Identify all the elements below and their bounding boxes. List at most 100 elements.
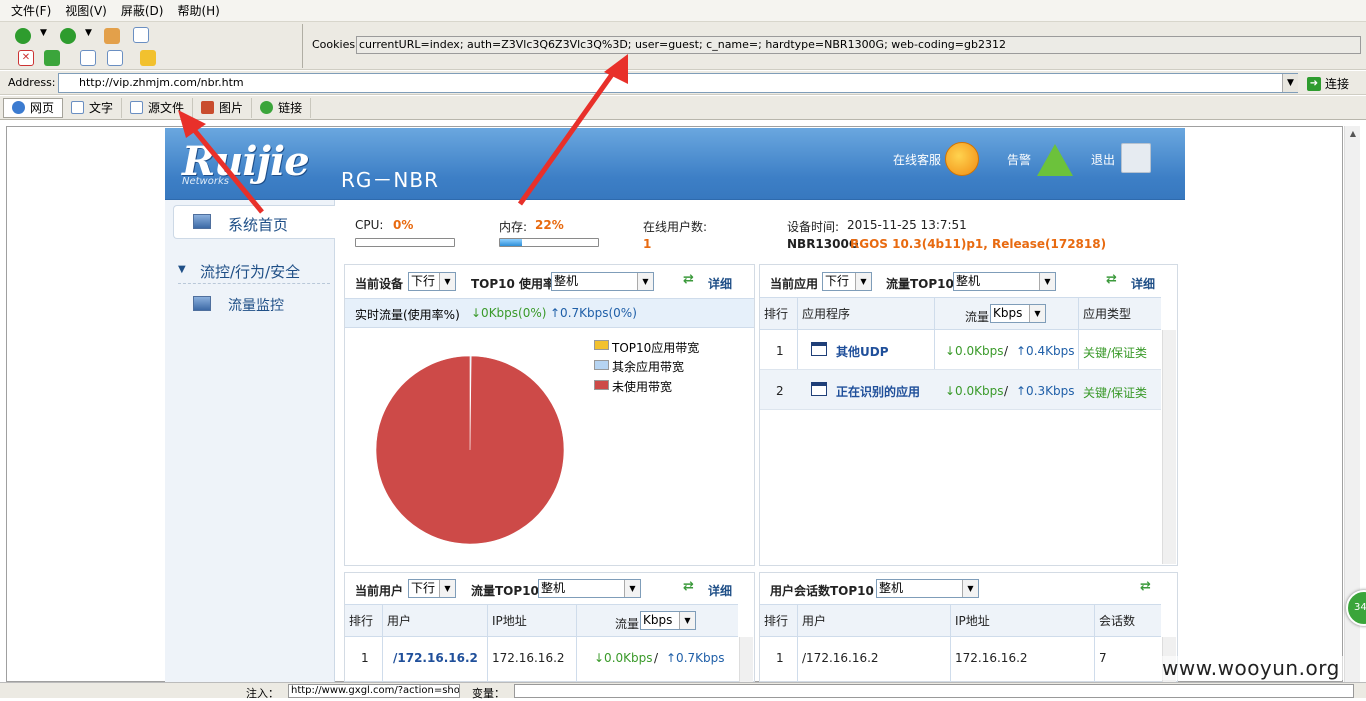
refresh-icon[interactable]: ⇄ — [683, 273, 696, 286]
sidebar-item-traffic-monitor[interactable]: 流量监控 — [228, 295, 284, 315]
realtime-up: ↑0.7Kbps(0%) — [550, 306, 637, 320]
forward-icon[interactable] — [60, 28, 76, 44]
device-direction-select[interactable]: 下行 ▼ — [408, 272, 456, 291]
logout-link[interactable]: 退出 — [1091, 151, 1115, 168]
address-dropdown-icon[interactable]: ▼ — [1282, 74, 1298, 92]
tab-images[interactable]: 图片 — [193, 97, 253, 118]
chevron-down-icon: ▼ — [439, 580, 455, 597]
tab-source-label: 源文件 — [148, 101, 185, 115]
source-file-icon — [130, 101, 144, 114]
inject-label: 注入： — [246, 687, 279, 700]
panel-device-title: 当前设备 — [355, 277, 404, 291]
stop-icon[interactable]: ✕ — [18, 50, 34, 66]
forward-dropdown-icon[interactable]: ▼ — [85, 28, 92, 38]
variable-input[interactable] — [514, 684, 1354, 698]
chevron-down-icon: ▼ — [624, 580, 640, 597]
device-scope-value: 整机 — [554, 274, 579, 288]
online-service-link[interactable]: 在线客服 — [893, 151, 941, 168]
app-row2-sep: / — [1004, 384, 1009, 398]
app-table-scrollbar[interactable] — [1162, 330, 1176, 564]
session-row1-ip: 172.16.16.2 — [955, 651, 1028, 665]
new-page-icon[interactable] — [133, 27, 149, 43]
globe-icon — [260, 101, 274, 114]
alarm-icon[interactable] — [1037, 144, 1073, 176]
back-dropdown-icon[interactable]: ▼ — [40, 28, 47, 38]
panel-device-title2: TOP10 使用率 — [471, 277, 556, 291]
session-row1-count: 7 — [1099, 651, 1107, 665]
lock-icon[interactable] — [140, 50, 156, 66]
chevron-down-icon: ▼ — [637, 273, 653, 290]
mem-value: 22% — [535, 218, 564, 232]
legend-swatch-other — [594, 360, 609, 370]
home-icon[interactable] — [104, 28, 120, 44]
refresh-icon[interactable]: ⇄ — [1106, 273, 1119, 286]
device-detail-link[interactable]: 详细 — [708, 275, 732, 292]
online-users-label: 在线用户数: — [643, 220, 708, 234]
refresh-icon[interactable]: ⇄ — [683, 580, 696, 593]
inject-input[interactable]: http://www.gxgl.com/?action=show — [288, 684, 460, 698]
refresh-icon[interactable] — [44, 50, 60, 66]
app-row1-name[interactable]: 其他UDP — [836, 343, 889, 360]
sidebar-group-flow[interactable]: 流控/行为/安全 — [200, 261, 300, 282]
go-label: 连接 — [1325, 77, 1350, 91]
session-scope-select[interactable]: 整机 ▼ — [876, 579, 979, 598]
collapse-arrow-icon[interactable]: ▼ — [178, 264, 186, 275]
scroll-up-icon[interactable]: ▲ — [1345, 126, 1361, 142]
col-divider — [950, 604, 951, 682]
tab-webpage[interactable]: 网页 — [3, 97, 64, 118]
user-col-traffic: 流量 — [615, 617, 640, 631]
col-divider — [576, 604, 577, 682]
monitor-icon — [193, 214, 211, 229]
app-direction-value: 下行 — [825, 274, 850, 288]
app-detail-link[interactable]: 详细 — [1131, 275, 1155, 292]
user-direction-value: 下行 — [411, 581, 436, 595]
app-scope-select[interactable]: 整机 ▼ — [953, 272, 1056, 291]
copy-icon[interactable] — [80, 50, 96, 66]
device-scope-select[interactable]: 整机 ▼ — [551, 272, 654, 291]
menu-help[interactable]: 帮助(H) — [170, 0, 226, 22]
app-row2-up: ↑0.3Kbps — [1016, 384, 1075, 398]
app-row2-rank: 2 — [776, 384, 784, 398]
cpu-label: CPU: — [355, 218, 384, 232]
address-input[interactable]: http://vip.zhmjm.com/nbr.htm — [58, 73, 1298, 93]
session-col-user: 用户 — [802, 614, 827, 628]
user-table-scrollbar[interactable] — [739, 637, 753, 682]
device-time-value: 2015-11-25 13:7:51 — [847, 218, 967, 232]
app-unit-select[interactable]: Kbps ▼ — [990, 304, 1046, 323]
tab-source[interactable]: 源文件 — [122, 97, 194, 118]
device-model: NBR1300G — [787, 237, 859, 251]
paste-icon[interactable] — [107, 50, 123, 66]
sidebar-home-label[interactable]: 系统首页 — [228, 214, 288, 235]
online-users-value: 1 — [643, 237, 652, 251]
go-button[interactable]: ➜ 连接 — [1307, 75, 1363, 93]
user-col-ip: IP地址 — [492, 614, 527, 628]
app-unit-value: Kbps — [993, 306, 1023, 320]
user-col-user: 用户 — [387, 614, 412, 628]
tab-links[interactable]: 链接 — [252, 97, 312, 118]
session-row1-user: /172.16.16.2 — [802, 651, 879, 665]
menu-file[interactable]: 文件(F) — [4, 0, 58, 22]
user-unit-select[interactable]: Kbps ▼ — [640, 611, 696, 630]
back-icon[interactable] — [15, 28, 31, 44]
session-col-count: 会话数 — [1099, 614, 1136, 628]
watermark: www.wooyun.org — [1158, 656, 1344, 680]
tab-links-label: 链接 — [278, 101, 303, 115]
refresh-icon[interactable]: ⇄ — [1140, 580, 1153, 593]
smiley-icon[interactable] — [945, 142, 979, 176]
app-row2-name[interactable]: 正在识别的应用 — [836, 383, 920, 400]
mem-bar — [499, 238, 599, 247]
tab-text[interactable]: 文字 — [63, 97, 123, 118]
panel-session-title: 用户会话数TOP10 — [770, 584, 874, 598]
menu-view[interactable]: 视图(V) — [58, 0, 114, 22]
logout-icon[interactable] — [1121, 143, 1151, 173]
app-direction-select[interactable]: 下行 ▼ — [822, 272, 872, 291]
alarm-link[interactable]: 告警 — [1007, 151, 1031, 168]
panel-app-title: 当前应用 — [770, 277, 819, 291]
user-scope-select[interactable]: 整机 ▼ — [538, 579, 641, 598]
user-direction-select[interactable]: 下行 ▼ — [408, 579, 456, 598]
user-row1-user[interactable]: /172.16.16.2 — [393, 651, 478, 665]
user-detail-link[interactable]: 详细 — [708, 582, 732, 599]
menu-block[interactable]: 屏蔽(D) — [114, 0, 171, 22]
app-col-rank: 排行 — [764, 307, 789, 321]
cookies-field[interactable]: currentURL=index; auth=Z3Vlc3Q6Z3Vlc3Q%3… — [356, 36, 1361, 54]
